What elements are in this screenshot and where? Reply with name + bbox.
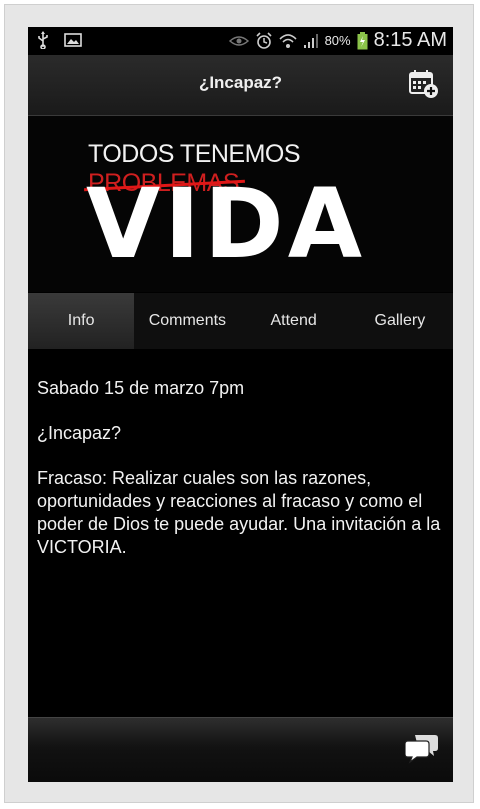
image-icon [64,33,82,47]
battery-charging-icon [357,31,368,49]
battery-percent: 80% [324,33,351,48]
banner-big-word: VIDA [86,168,366,280]
event-date: Sabado 15 de marzo 7pm [37,378,245,398]
status-bar: 80% 8:15 AM [28,27,453,55]
tab-bar: Info Comments Attend Gallery [28,293,453,349]
signal-icon [303,33,318,48]
alarm-icon [256,31,272,49]
tab-gallery[interactable]: Gallery [347,293,453,349]
clock: 8:15 AM [373,29,447,51]
page-title: ¿Incapaz? [198,73,283,92]
event-subtitle: ¿Incapaz? [37,423,122,443]
wifi-icon [279,33,297,48]
event-description: Fracaso: Realizar cuales son las razones… [37,468,441,557]
usb-icon [38,31,48,49]
comment-icon[interactable] [405,732,439,764]
banner-headline-part1: TODOS TENEMOS [88,140,301,168]
eye-icon [228,35,249,46]
event-info-content: Sabado 15 de marzo 7pm ¿Incapaz? Fracaso… [37,377,442,581]
calendar-add-icon[interactable] [409,69,439,99]
phone-screen: 80% 8:15 AM ¿Incapaz? TODOS TENEMOS PROB… [28,27,453,782]
tab-comments[interactable]: Comments [134,293,240,349]
tab-attend[interactable]: Attend [241,293,347,349]
tab-info[interactable]: Info [28,293,135,349]
action-bar: ¿Incapaz? [28,55,453,116]
bottom-bar [28,717,453,782]
event-banner-image: TODOS TENEMOS PROBLEMAS VIDA [28,116,453,292]
